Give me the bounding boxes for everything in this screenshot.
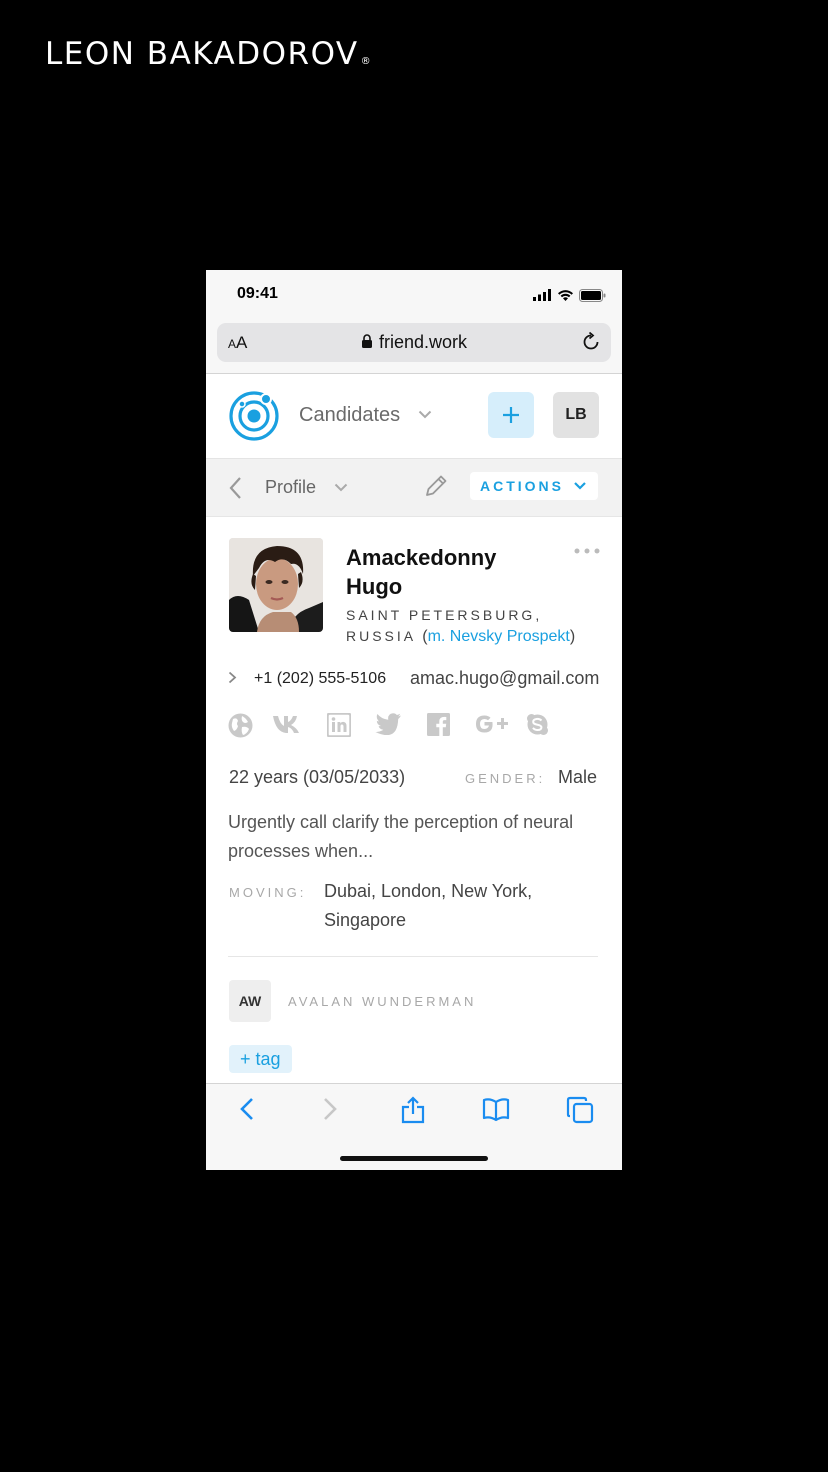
status-bar: 09:41 <box>206 270 622 320</box>
plus-icon <box>503 407 519 423</box>
app-header: Candidates LB <box>206 374 622 458</box>
battery-icon <box>579 288 606 302</box>
location-city: SAINT PETERSBURG, <box>346 607 543 623</box>
google-plus-icon[interactable] <box>475 713 509 740</box>
globe-icon[interactable] <box>228 713 253 743</box>
age-birthdate: 22 years (03/05/2033) <box>229 767 406 787</box>
actions-button[interactable]: ACTIONS <box>470 472 598 500</box>
url-display[interactable]: friend.work <box>217 332 611 353</box>
add-button[interactable] <box>488 392 534 438</box>
view-selector[interactable]: Profile <box>265 477 316 498</box>
moving-cities: Dubai, London, New York, Singapore <box>324 881 533 930</box>
url-text: friend.work <box>378 332 468 352</box>
back-icon[interactable] <box>238 1096 256 1122</box>
portrait-image <box>229 538 323 632</box>
metro-station-link[interactable]: m. Nevsky Prospekt <box>428 628 570 645</box>
chevron-down-icon[interactable] <box>334 483 348 492</box>
more-options-icon[interactable] <box>574 548 600 554</box>
registered-mark: ® <box>360 56 373 67</box>
wifi-icon <box>558 290 573 301</box>
location-country: RUSSIA <box>346 628 416 644</box>
browser-toolbar <box>206 1083 622 1170</box>
bookmarks-icon[interactable] <box>482 1096 510 1122</box>
profile-subnav: Profile ACTIONS <box>206 458 622 517</box>
candidate-photo[interactable] <box>229 538 323 632</box>
add-tag-button[interactable]: + tag <box>229 1045 292 1073</box>
chevron-down-icon <box>574 482 586 490</box>
moving-label: MOVING: <box>229 885 307 900</box>
app-logo-icon[interactable] <box>228 390 280 442</box>
candidate-description: Urgently call clarify the perception of … <box>228 812 574 861</box>
gender-value: Male <box>558 767 598 787</box>
share-icon[interactable] <box>400 1096 426 1124</box>
chevron-down-icon[interactable] <box>418 410 432 419</box>
forward-icon[interactable] <box>321 1096 339 1122</box>
tabs-icon[interactable] <box>566 1096 594 1124</box>
status-time: 09:41 <box>237 285 278 302</box>
user-avatar-button[interactable]: LB <box>553 392 599 438</box>
pencil-icon[interactable] <box>424 474 448 498</box>
phone-number[interactable]: +1 (202) 555-5106 <box>254 670 386 688</box>
phone-screen: 09:41 AA friend.work Candidates LB Profi… <box>206 270 622 1170</box>
section-selector[interactable]: Candidates <box>299 404 400 427</box>
email-address[interactable]: amac.hugo@gmail.com <box>410 668 599 689</box>
candidate-name: Amackedonny Hugo <box>346 543 546 601</box>
candidate-location: SAINT PETERSBURG, RUSSIA (m. Nevsky Pros… <box>346 605 606 647</box>
browser-bar: AA friend.work <box>206 320 622 374</box>
first-name: Amackedonny <box>346 545 497 570</box>
brand-name: LEON BAKADOROV <box>45 36 359 72</box>
actions-label: ACTIONS <box>480 478 564 494</box>
gender-label: GENDER: <box>465 771 546 786</box>
facebook-icon[interactable] <box>427 713 450 741</box>
section-divider <box>228 956 598 957</box>
home-indicator[interactable] <box>340 1156 488 1161</box>
skype-icon[interactable] <box>526 713 549 741</box>
lock-icon <box>361 334 372 348</box>
profile-content: Amackedonny Hugo SAINT PETERSBURG, RUSSI… <box>206 515 622 1083</box>
reload-icon[interactable] <box>580 331 602 353</box>
recruiter-avatar[interactable]: AW <box>229 980 271 1022</box>
brand-logo: LEON BAKADOROV ® <box>45 36 372 72</box>
address-bar[interactable]: AA friend.work <box>217 323 611 362</box>
twitter-icon[interactable] <box>375 713 402 740</box>
linkedin-icon[interactable] <box>326 712 352 742</box>
vk-icon[interactable] <box>272 713 304 740</box>
chevron-right-icon[interactable] <box>228 671 237 684</box>
last-name: Hugo <box>346 574 403 599</box>
contact-row: +1 (202) 555-5106 amac.hugo@gmail.com <box>228 667 608 689</box>
signal-icon <box>533 289 551 301</box>
status-icons <box>533 288 606 302</box>
back-chevron-icon[interactable] <box>228 476 244 500</box>
recruiter-name: AVALAN WUNDERMAN <box>288 994 477 1009</box>
